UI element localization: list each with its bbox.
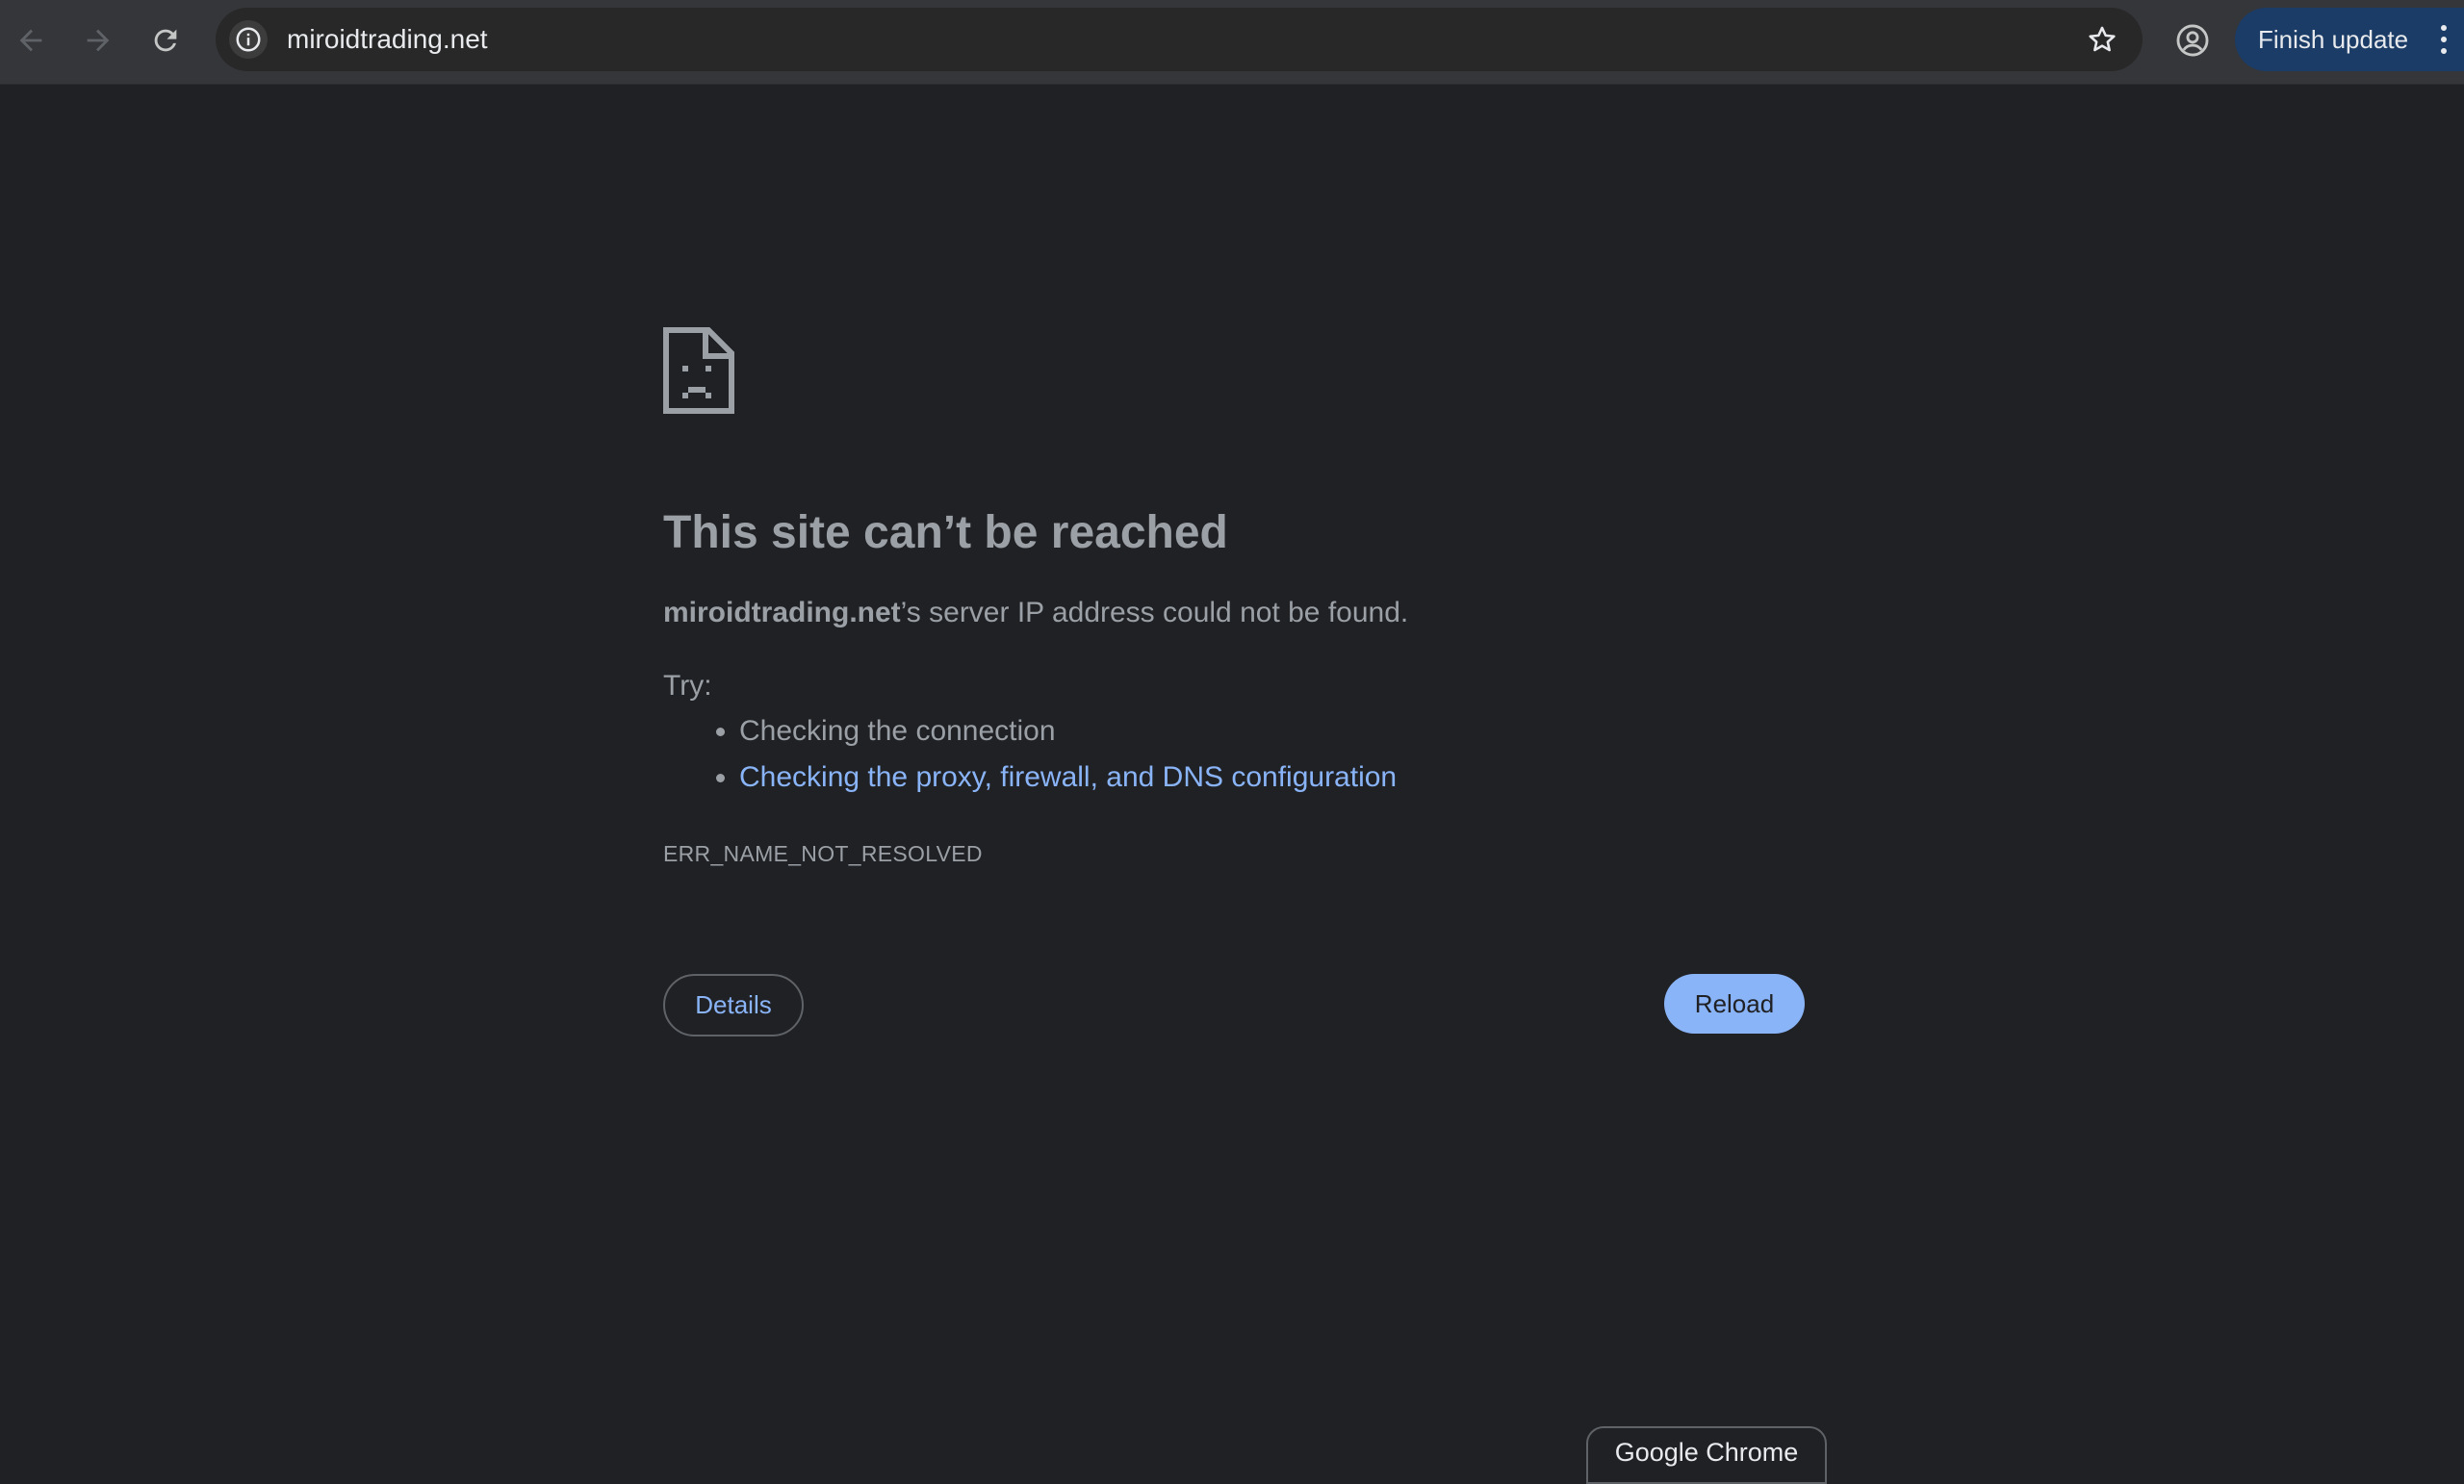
suggestion-item: Checking the connection (739, 708, 1397, 755)
error-title: This site can’t be reached (663, 507, 1228, 558)
reload-toolbar-button[interactable] (139, 13, 192, 67)
sad-document-icon (663, 327, 734, 414)
reload-button[interactable]: Reload (1664, 974, 1805, 1034)
forward-button[interactable] (71, 13, 125, 67)
error-code: ERR_NAME_NOT_RESOLVED (663, 841, 983, 866)
browser-toolbar: miroidtrading.net Finish update (0, 0, 2464, 85)
account-circle-icon (2176, 24, 2209, 57)
site-info-button[interactable] (229, 20, 268, 59)
error-description-text: ’s server IP address could not be found. (900, 597, 1409, 628)
arrow-left-icon (19, 29, 42, 52)
finish-update-button[interactable]: Finish update (2235, 8, 2464, 71)
back-button[interactable] (4, 13, 58, 67)
google-chrome-chip: Google Chrome (1586, 1426, 1827, 1484)
arrow-right-icon (87, 29, 110, 52)
finish-update-label: Finish update (2258, 25, 2409, 54)
details-button[interactable]: Details (663, 974, 804, 1036)
suggestions-list: Checking the connection Checking the pro… (663, 708, 1397, 801)
suggestion-check-connection: Checking the connection (739, 715, 1056, 747)
url-text[interactable]: miroidtrading.net (287, 8, 488, 71)
address-bar[interactable]: miroidtrading.net (216, 8, 2143, 71)
error-content: This site can’t be reached miroidtrading… (663, 327, 1805, 866)
profile-button[interactable] (2166, 13, 2220, 67)
kebab-menu-icon[interactable] (2427, 23, 2460, 56)
error-description: miroidtrading.net’s server IP address co… (663, 597, 1408, 629)
reload-icon (154, 29, 177, 52)
star-icon (2089, 26, 2116, 52)
suggestion-proxy-link[interactable]: Checking the proxy, firewall, and DNS co… (739, 761, 1397, 793)
info-icon (236, 27, 261, 52)
suggestion-item: Checking the proxy, firewall, and DNS co… (739, 755, 1397, 801)
bookmark-button[interactable] (2079, 16, 2125, 63)
error-domain: miroidtrading.net (663, 597, 901, 628)
try-label: Try: (663, 670, 712, 702)
